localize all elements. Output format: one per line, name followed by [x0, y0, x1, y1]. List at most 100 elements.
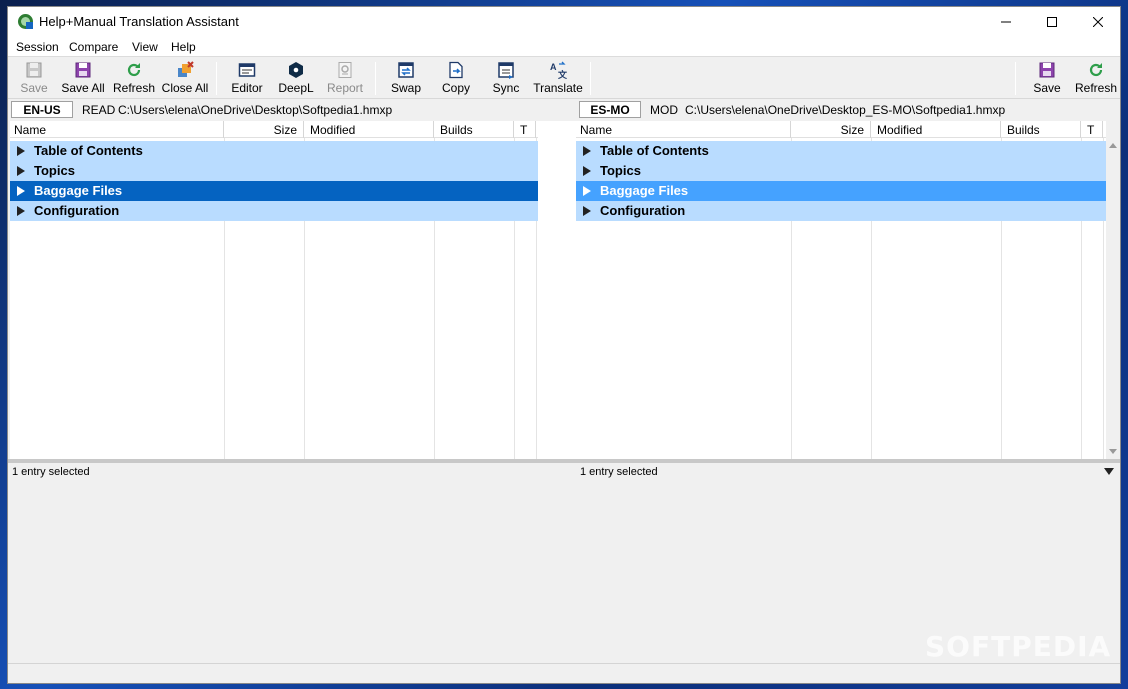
save-label: Save	[20, 81, 48, 95]
expand-arrow-icon[interactable]	[583, 186, 591, 196]
expand-arrow-icon[interactable]	[17, 166, 25, 176]
editor-icon	[238, 63, 256, 77]
report-button[interactable]: Report	[325, 58, 365, 99]
column-name[interactable]: Name	[576, 121, 791, 138]
translate-label: Translate	[533, 81, 583, 95]
scroll-down-icon[interactable]	[1109, 449, 1117, 454]
close-all-label: Close All	[161, 81, 209, 95]
deepl-label: DeepL	[278, 81, 314, 95]
tree-row-selected[interactable]: Baggage Files	[10, 181, 538, 201]
right-file-tree: Name Size Modified Builds T Table of Con…	[576, 121, 1106, 461]
tree-row[interactable]: Configuration	[576, 201, 1106, 221]
menu-bar: Session Compare View Help	[8, 37, 1120, 57]
right-file-path: C:\Users\elena\OneDrive\Desktop_ES-MO\So…	[685, 103, 1006, 117]
save-button[interactable]: Save	[17, 58, 51, 99]
sync-button[interactable]: Sync	[491, 58, 521, 99]
row-name: Topics	[600, 163, 641, 178]
refresh-button[interactable]: Refresh	[112, 58, 156, 99]
column-t[interactable]: T	[514, 121, 536, 138]
left-path-bar: EN-US READ C:\Users\elena\OneDrive\Deskt…	[8, 100, 568, 120]
column-builds[interactable]: Builds	[434, 121, 514, 138]
column-modified[interactable]: Modified	[304, 121, 434, 138]
right-path-bar: ES-MO MOD C:\Users\elena\OneDrive\Deskto…	[576, 100, 1116, 120]
sync-label: Sync	[492, 81, 520, 95]
toolbar-separator	[590, 62, 591, 95]
report-label: Report	[326, 81, 364, 95]
menu-view[interactable]: View	[132, 40, 158, 54]
status-bar	[8, 663, 1120, 683]
tree-row[interactable]: Topics	[10, 161, 538, 181]
expand-arrow-icon[interactable]	[17, 206, 25, 216]
close-button[interactable]	[1075, 7, 1121, 37]
menu-compare[interactable]: Compare	[69, 40, 118, 54]
maximize-button[interactable]	[1029, 7, 1075, 37]
minimize-button[interactable]	[983, 7, 1029, 37]
column-modified[interactable]: Modified	[871, 121, 1001, 138]
row-name: Configuration	[600, 203, 686, 218]
menu-session[interactable]: Session	[16, 40, 59, 54]
save-all-label: Save All	[61, 81, 105, 95]
tree-row[interactable]: Topics	[576, 161, 1106, 181]
tree-row[interactable]: Table of Contents	[576, 141, 1106, 161]
tree-row-selected[interactable]: Baggage Files	[576, 181, 1106, 201]
app-window: Help+Manual Translation Assistant Sessio…	[7, 6, 1121, 684]
tree-row[interactable]: Table of Contents	[10, 141, 538, 161]
row-name: Table of Contents	[34, 143, 143, 158]
expand-arrow-icon[interactable]	[583, 146, 591, 156]
column-size[interactable]: Size	[224, 121, 304, 138]
right-refresh-button[interactable]: Refresh	[1074, 58, 1118, 99]
expand-arrow-icon[interactable]	[17, 146, 25, 156]
copy-label: Copy	[441, 81, 470, 95]
toolbar: Save Save All Refresh Close All Editor D…	[8, 58, 1120, 99]
copy-button[interactable]: Copy	[440, 58, 472, 99]
expand-arrow-icon[interactable]	[583, 206, 591, 216]
column-name[interactable]: Name	[10, 121, 224, 138]
scroll-up-icon[interactable]	[1109, 143, 1117, 148]
row-name: Configuration	[34, 203, 120, 218]
close-icon	[1093, 17, 1103, 27]
vertical-scrollbar[interactable]	[1106, 121, 1120, 461]
window-title: Help+Manual Translation Assistant	[39, 14, 239, 29]
save-all-icon	[75, 62, 91, 78]
menu-help[interactable]: Help	[171, 40, 196, 54]
translate-button[interactable]: A文 Translate	[533, 58, 583, 99]
floppy-disk-icon	[26, 62, 42, 78]
refresh-icon	[1089, 63, 1103, 77]
right-column-header: Name Size Modified Builds T	[576, 121, 1106, 138]
save-all-button[interactable]: Save All	[61, 58, 105, 99]
editor-button[interactable]: Editor	[228, 58, 266, 99]
left-selection-status: 1 entry selected	[12, 466, 90, 478]
editor-label: Editor	[231, 81, 263, 95]
row-name: Baggage Files	[34, 183, 123, 198]
report-icon	[338, 62, 352, 78]
expand-arrow-icon[interactable]	[17, 186, 25, 196]
right-save-label: Save	[1033, 81, 1061, 95]
deepl-button[interactable]: DeepL	[278, 58, 314, 99]
refresh-label: Refresh	[112, 81, 156, 95]
close-all-button[interactable]: Close All	[160, 58, 210, 99]
minimize-icon	[1001, 21, 1011, 23]
close-all-icon	[178, 61, 194, 77]
pane-separator	[538, 121, 576, 461]
column-t[interactable]: T	[1081, 121, 1103, 138]
copy-icon	[449, 61, 463, 79]
left-mode: READ	[82, 103, 116, 117]
swap-button[interactable]: Swap	[389, 58, 423, 99]
svg-text:A: A	[550, 62, 557, 72]
column-size[interactable]: Size	[791, 121, 871, 138]
row-name: Table of Contents	[600, 143, 709, 158]
refresh-icon	[127, 63, 141, 77]
column-builds[interactable]: Builds	[1001, 121, 1081, 138]
left-column-header: Name Size Modified Builds T	[10, 121, 538, 138]
left-language-badge[interactable]: EN-US	[11, 101, 73, 118]
right-language-badge[interactable]: ES-MO	[579, 101, 641, 118]
right-save-button[interactable]: Save	[1030, 58, 1064, 99]
toolbar-separator	[375, 62, 376, 95]
right-selection-status: 1 entry selected	[580, 466, 658, 478]
dropdown-arrow-icon[interactable]	[1104, 468, 1114, 475]
expand-arrow-icon[interactable]	[583, 166, 591, 176]
translate-icon: A文	[550, 61, 567, 79]
tree-row[interactable]: Configuration	[10, 201, 538, 221]
toolbar-separator	[216, 62, 217, 95]
toolbar-separator	[1015, 62, 1016, 95]
